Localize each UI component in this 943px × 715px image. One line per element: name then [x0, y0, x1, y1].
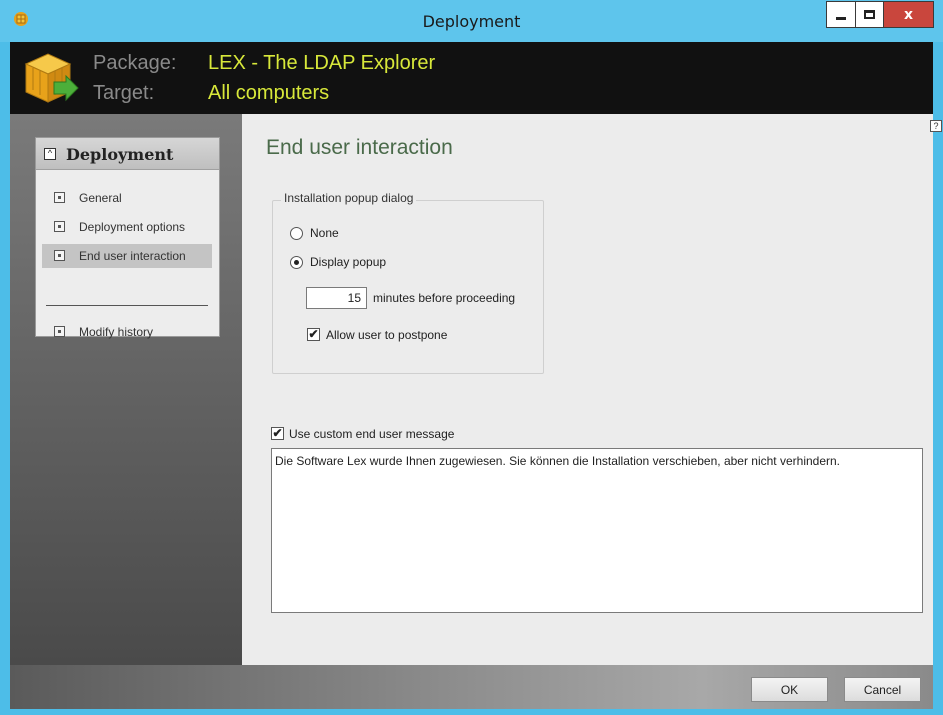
minimize-button[interactable] [826, 1, 855, 28]
postpone-label: Allow user to postpone [326, 328, 448, 342]
installation-popup-group: Installation popup dialog None Display p… [272, 191, 544, 374]
close-icon: x [903, 6, 914, 23]
navigation-column: ^ Deployment General Deployment options … [10, 114, 242, 665]
custom-message-label: Use custom end user message [289, 427, 455, 441]
radio-button[interactable] [290, 256, 303, 269]
package-label: Package: [93, 52, 177, 74]
nav-item-general[interactable]: General [42, 186, 212, 210]
radio-label: None [310, 226, 339, 240]
custom-message-checkbox[interactable]: ✔ [271, 427, 284, 440]
title-bar[interactable]: Deployment x [0, 0, 943, 42]
maximize-button[interactable] [855, 1, 884, 28]
minimize-icon [836, 17, 846, 20]
target-label: Target: [93, 82, 155, 104]
navigation-header[interactable]: ^ Deployment [36, 138, 219, 170]
navigation-panel: ^ Deployment General Deployment options … [35, 137, 220, 339]
collapse-icon[interactable]: ^ [44, 148, 56, 160]
nav-item-label: General [79, 191, 122, 205]
package-deploy-icon [24, 53, 79, 103]
nav-item-modify-history[interactable]: Modify history [42, 320, 212, 344]
ok-button[interactable]: OK [751, 677, 828, 702]
nav-divider [46, 305, 208, 306]
window-title: Deployment [422, 12, 521, 31]
package-value: LEX - The LDAP Explorer [208, 52, 436, 74]
group-legend: Installation popup dialog [281, 191, 417, 205]
close-button[interactable]: x [884, 1, 934, 28]
bullet-icon [54, 326, 65, 337]
cancel-button[interactable]: Cancel [844, 677, 921, 702]
radio-button[interactable] [290, 227, 303, 240]
dialog-body: ^ Deployment General Deployment options … [10, 114, 942, 665]
custom-message-textarea[interactable]: Die Software Lex wurde Ihnen zugewiesen.… [271, 448, 923, 613]
radio-label: Display popup [310, 255, 387, 269]
content-panel: ? End user interaction Installation popu… [242, 114, 942, 665]
bullet-icon [54, 250, 65, 261]
nav-item-label: Deployment options [79, 220, 186, 234]
nav-item-label: End user interaction [79, 249, 186, 263]
bullet-icon [54, 221, 65, 232]
nav-item-deployment-options[interactable]: Deployment options [42, 215, 212, 239]
deployment-window: Deployment x Package: LEX - The LDAP Exp… [0, 0, 943, 715]
section-title: End user interaction [266, 136, 453, 159]
minutes-label: minutes before proceeding [373, 291, 516, 305]
nav-item-end-user-interaction[interactable]: End user interaction [42, 244, 212, 268]
nav-item-label: Modify history [79, 325, 154, 339]
bullet-icon [54, 192, 65, 203]
help-icon[interactable]: ? [930, 120, 942, 132]
dialog-footer: OK Cancel [10, 665, 933, 709]
target-value: All computers [208, 82, 330, 104]
navigation-title: Deployment [66, 145, 174, 164]
postpone-checkbox[interactable]: ✔ [307, 328, 320, 341]
maximize-icon [864, 10, 875, 19]
minutes-input[interactable]: 15 [306, 287, 367, 309]
package-banner: Package: LEX - The LDAP Explorer Target:… [10, 42, 933, 114]
